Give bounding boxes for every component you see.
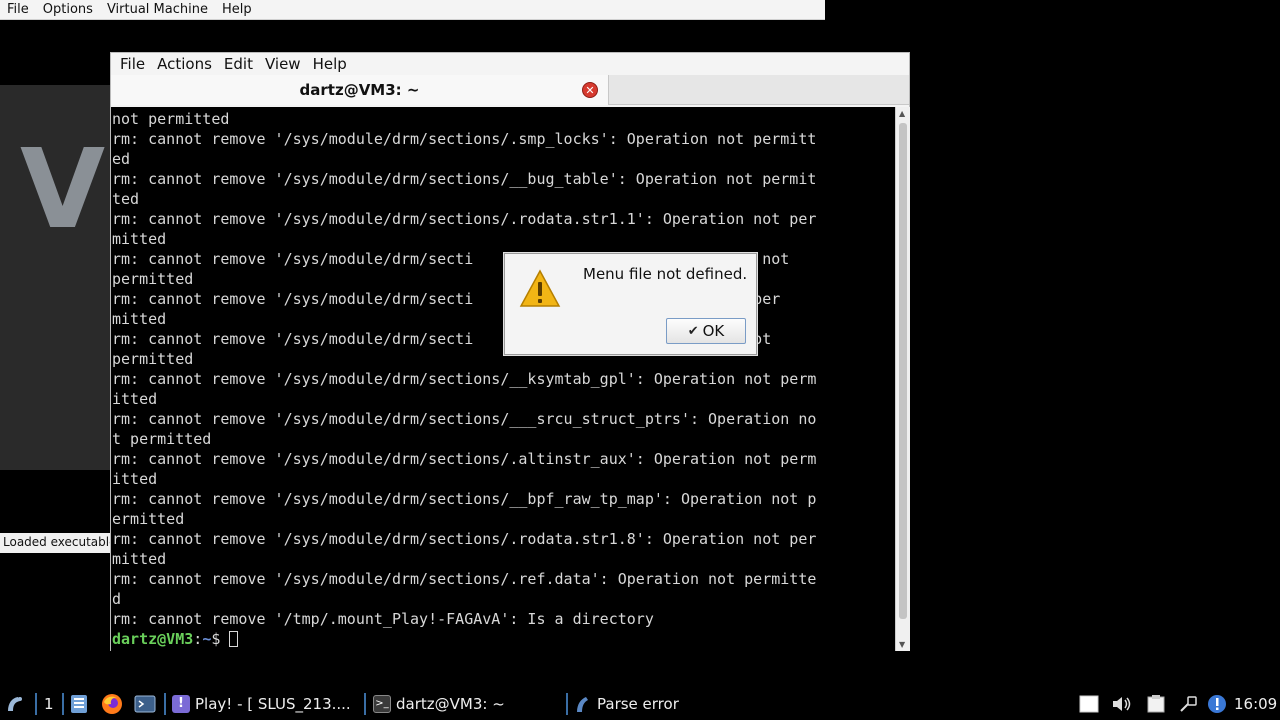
info-tray-icon[interactable] — [1207, 688, 1227, 720]
terminal-tab-bar: dartz@VM3: ~ ✕ — [111, 75, 909, 105]
warning-icon — [519, 269, 561, 307]
scroll-down-icon[interactable]: ▼ — [899, 640, 905, 649]
game-logo-letter: V — [20, 125, 106, 253]
terminal-line: rm: cannot remove '/sys/module/drm/secti… — [112, 570, 817, 588]
terminal-menu-help[interactable]: Help — [307, 55, 353, 73]
terminal-menu-actions[interactable]: Actions — [151, 55, 218, 73]
prompt-symbol: $ — [211, 630, 230, 648]
play-app-icon: ! — [172, 695, 190, 713]
scrollbar-thumb[interactable] — [899, 123, 907, 619]
terminal-cursor — [229, 631, 239, 647]
taskbar-separator — [164, 693, 166, 715]
taskbar-task-parse-error[interactable]: Parse error — [574, 688, 679, 720]
clipboard-tray-icon[interactable] — [1079, 688, 1099, 720]
start-menu-icon[interactable] — [4, 688, 26, 720]
terminal-line: rm: cannot remove '/sys/module/drm/secti… — [112, 530, 817, 548]
notes-tray-icon[interactable] — [1146, 688, 1168, 720]
volume-tray-icon[interactable] — [1111, 688, 1133, 720]
terminal-line: rm: cannot remove '/sys/module/drm/secti… — [112, 210, 817, 228]
terminal-lines: not permitted rm: cannot remove '/sys/mod… — [112, 107, 895, 629]
file-manager-icon — [71, 695, 87, 713]
terminal-output[interactable]: not permitted rm: cannot remove '/sys/mod… — [111, 107, 895, 651]
terminal-line: rm: cannot remove '/tmp/.mount_Play!-FAG… — [112, 610, 654, 628]
message-dialog: Menu file not defined. ✔ OK — [504, 253, 757, 355]
firefox-launcher[interactable] — [101, 688, 123, 720]
taskbar-task-play[interactable]: ! Play! - [ SLUS_213.... — [172, 688, 351, 720]
terminal-launcher-icon — [134, 695, 156, 713]
taskbar-separator — [62, 693, 64, 715]
taskbar-separator — [35, 693, 37, 715]
dialog-message: Menu file not defined. — [583, 265, 748, 283]
emulator-menu-help[interactable]: Help — [215, 2, 259, 17]
scroll-up-icon[interactable]: ▲ — [899, 109, 905, 118]
file-manager-launcher[interactable] — [70, 688, 88, 720]
terminal-line: rm: cannot remove '/sys/module/drm/secti… — [112, 170, 817, 188]
terminal-line: ermitted — [112, 510, 185, 528]
taskbar-task-terminal[interactable]: >_ dartz@VM3: ~ — [373, 688, 505, 720]
prompt-user: dartz@VM3 — [112, 630, 194, 648]
tab-close-icon[interactable]: ✕ — [582, 82, 598, 98]
terminal-line: rm: cannot remove '/sys/module/drm/secti… — [112, 370, 817, 388]
terminal-app-icon: >_ — [373, 695, 391, 713]
terminal-line: mitted — [112, 550, 167, 568]
emulator-menu-file[interactable]: File — [0, 2, 36, 17]
taskbar-separator — [364, 693, 366, 715]
terminal-line: ed — [112, 150, 131, 168]
terminal-tab[interactable]: dartz@VM3: ~ — [111, 75, 609, 105]
workspace-number: 1 — [44, 695, 54, 713]
taskbar-separator — [566, 693, 568, 715]
emulator-game-view: V — [0, 85, 110, 470]
task-play-label: Play! - [ SLUS_213.... — [195, 695, 351, 713]
prompt-path: ~ — [202, 630, 212, 648]
terminal-line: rm: cannot remove '/sys/module/drm/secti… — [112, 450, 817, 468]
terminal-line: itted — [112, 470, 158, 488]
emulator-menu-options[interactable]: Options — [36, 2, 100, 17]
terminal-line: mitted — [112, 230, 167, 248]
emulator-menubar: File Options Virtual Machine Help — [0, 0, 825, 20]
ok-button[interactable]: ✔ OK — [666, 318, 746, 344]
terminal-prompt-line: dartz@VM3:~$ — [112, 629, 895, 649]
terminal-tab-title: dartz@VM3: ~ — [299, 81, 420, 99]
terminal-menu-edit[interactable]: Edit — [218, 55, 259, 73]
clock[interactable]: 16:09 — [1234, 688, 1277, 720]
task-parse-error-label: Parse error — [597, 695, 679, 713]
taskbar: 1 ! Play! - [ SLUS_213.... >_ dartz@VM3:… — [0, 688, 1280, 720]
firefox-icon — [102, 694, 122, 714]
emulator-status-bar: Loaded executable — [0, 533, 112, 553]
task-terminal-label: dartz@VM3: ~ — [396, 695, 505, 713]
terminal-line: d — [112, 590, 122, 608]
parse-error-icon — [577, 697, 588, 712]
terminal-line: itted — [112, 390, 158, 408]
desktop: File Options Virtual Machine Help V Load… — [0, 0, 1280, 720]
emulator-menu-virtual-machine[interactable]: Virtual Machine — [100, 2, 215, 17]
checkmark-icon: ✔ — [687, 323, 699, 339]
terminal-menu-file[interactable]: File — [114, 55, 151, 73]
clock-time: 16:09 — [1234, 695, 1278, 713]
terminal-line: rm: cannot remove '/sys/module/drm/secti… — [112, 130, 817, 148]
terminal-line: rm: cannot remove '/sys/module/drm/secti… — [112, 410, 817, 428]
terminal-line: ted — [112, 190, 140, 208]
terminal-line: not permitted — [112, 110, 230, 128]
network-tray-icon[interactable] — [1178, 688, 1200, 720]
ok-button-label: OK — [702, 322, 725, 340]
terminal-menubar: File Actions Edit View Help — [111, 53, 909, 75]
terminal-line: rm: cannot remove '/sys/module/drm/secti… — [112, 490, 817, 508]
prompt-separator: : — [193, 630, 203, 648]
terminal-scrollbar[interactable]: ▲ ▼ — [895, 107, 910, 651]
terminal-line: t permitted — [112, 430, 212, 448]
workspace-switcher[interactable]: 1 — [44, 688, 54, 720]
terminal-menu-view[interactable]: View — [259, 55, 307, 73]
terminal-launcher[interactable] — [134, 688, 156, 720]
